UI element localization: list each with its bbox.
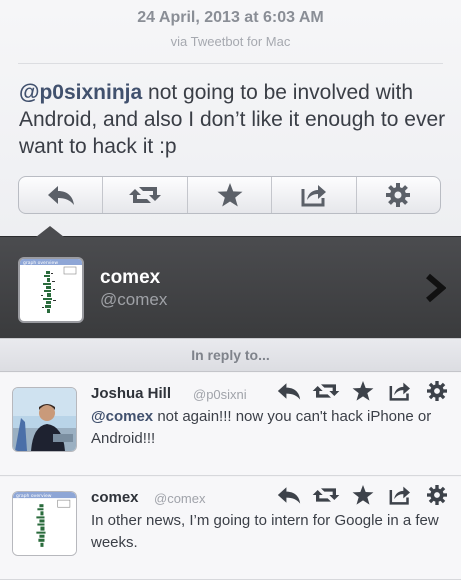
pointer-notch [36,226,64,237]
favorite-button[interactable] [188,177,273,213]
settings-button[interactable] [418,381,455,401]
tweet-detail: 24 April, 2013 at 6:03 AM via Tweetbot f… [0,0,461,236]
row-actions [270,381,455,401]
mention-link[interactable]: @p0sixninja [19,81,142,104]
graph-thumbnail-icon: graph overview [13,492,76,555]
gear-icon [386,183,411,207]
avatar[interactable]: graph overview [18,257,84,323]
tweet-text: In other news, I’m going to intern for G… [91,512,439,551]
author-name: comex [91,489,139,506]
user-photo-icon [13,388,76,451]
reply-button[interactable] [270,381,307,401]
favorite-button[interactable] [344,485,381,505]
reply-button[interactable] [19,177,104,213]
tweet-text: @comex not again!!! now you can't hack i… [91,406,451,450]
share-button[interactable] [381,485,418,505]
retweet-button[interactable] [307,485,344,505]
list-item[interactable]: graph overview comex @comex In other new… [0,477,461,580]
retweet-button[interactable] [307,381,344,401]
avatar[interactable]: graph overview [12,491,77,556]
mention-link[interactable]: @comex [91,408,153,425]
settings-button[interactable] [357,177,440,213]
profile-row[interactable]: graph overview comex @comex [0,236,461,338]
tweet-text: @p0sixninja not going to be involved wit… [19,79,449,160]
reply-icon [47,186,74,205]
star-icon [352,485,373,505]
star-icon [217,183,243,207]
share-icon [389,486,410,505]
list-item[interactable]: Joshua Hill @p0sixni @comex not again!!!… [0,373,461,476]
tweet-source[interactable]: via Tweetbot for Mac [0,34,461,49]
tweet-action-bar [18,176,441,214]
share-icon [389,382,410,401]
chevron-right-icon [426,273,446,303]
share-icon [301,185,326,207]
retweet-button[interactable] [103,177,188,213]
share-button[interactable] [381,381,418,401]
tweet-date: 24 April, 2013 at 6:03 AM [137,9,324,26]
author-handle: @comex [154,491,206,506]
divider [18,63,443,64]
star-icon [352,381,373,401]
avatar-caption: graph overview [23,260,58,266]
reply-icon [277,383,300,400]
gear-icon [426,485,447,505]
retweet-icon [312,488,339,502]
profile-handle: @comex [100,290,168,309]
reply-icon [277,487,300,504]
reply-button[interactable] [270,485,307,505]
row-actions [270,485,455,505]
graph-thumbnail-icon: graph overview [20,259,82,313]
settings-button[interactable] [418,485,455,505]
profile-name: comex [100,267,161,288]
share-button[interactable] [272,177,357,213]
retweet-icon [129,187,162,203]
in-reply-to-header: In reply to... [0,338,461,372]
avatar[interactable] [12,387,77,452]
retweet-icon [312,384,339,398]
avatar-caption: graph overview [16,493,52,499]
gear-icon [426,381,447,401]
favorite-button[interactable] [344,381,381,401]
author-name: Joshua Hill [91,385,172,402]
author-handle: @p0sixni [193,387,247,402]
